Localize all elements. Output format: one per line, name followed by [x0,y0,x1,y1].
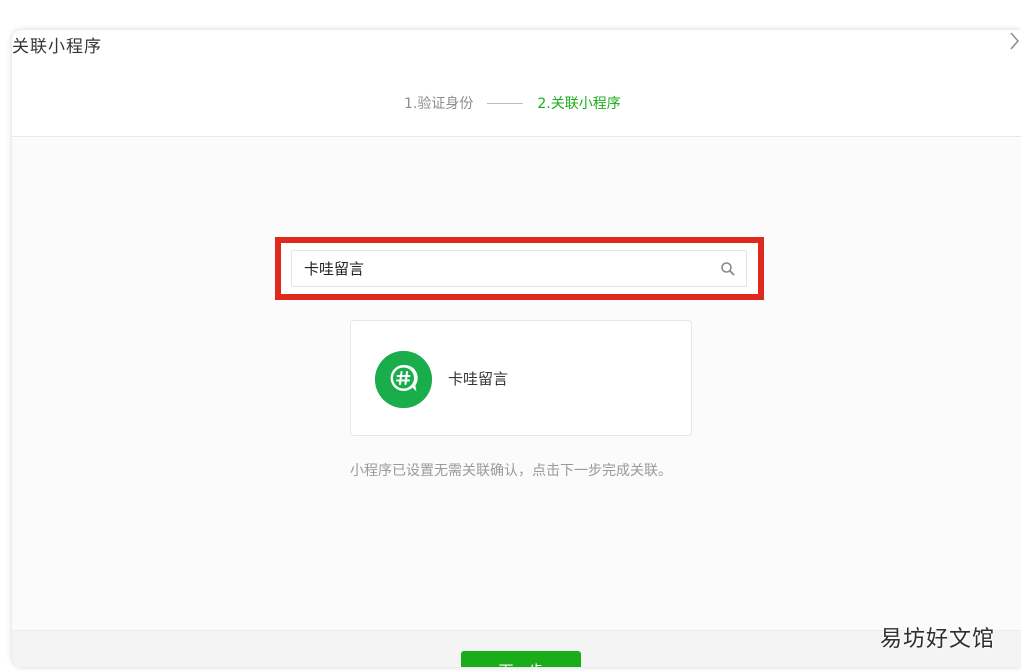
next-step-button[interactable]: 下一步 [461,651,581,667]
dialog-title: 关联小程序 [12,37,102,57]
step-divider [487,102,524,104]
miniprogram-hash-icon [375,351,432,408]
search-icon[interactable] [720,261,736,277]
miniprogram-hash-icon-glyph [375,351,432,408]
page: 关联小程序 1.验证身份 2.关联小程序 卡哇留言 卡哇留言 小程序已设置无需关… [0,0,1021,671]
chevron-right-icon[interactable] [1009,30,1021,52]
link-miniprogram-dialog: 关联小程序 1.验证身份 2.关联小程序 卡哇留言 卡哇留言 小程序已设置无需关… [12,30,1021,667]
search-highlight-box: 卡哇留言 [275,237,764,300]
dialog-footer: 下一步 [12,630,1021,667]
watermark: 易坊好文馆 [879,627,995,652]
search-input[interactable]: 卡哇留言 [291,250,747,287]
steps-bar: 1.验证身份 2.关联小程序 [12,70,1021,137]
miniprogram-name: 卡哇留言 [448,370,509,388]
link-hint-text: 小程序已设置无需关联确认，点击下一步完成关联。 [350,463,672,479]
miniprogram-result-card[interactable]: 卡哇留言 [350,320,692,436]
search-input-value: 卡哇留言 [304,260,365,278]
step-indicator: 1.验证身份 2.关联小程序 [404,93,621,113]
step-verify-identity: 1.验证身份 [404,96,474,112]
chevron-right-icon-glyph [1010,32,1019,50]
step-link-miniprogram: 2.关联小程序 [537,96,621,112]
search-icon-glyph [721,262,735,276]
